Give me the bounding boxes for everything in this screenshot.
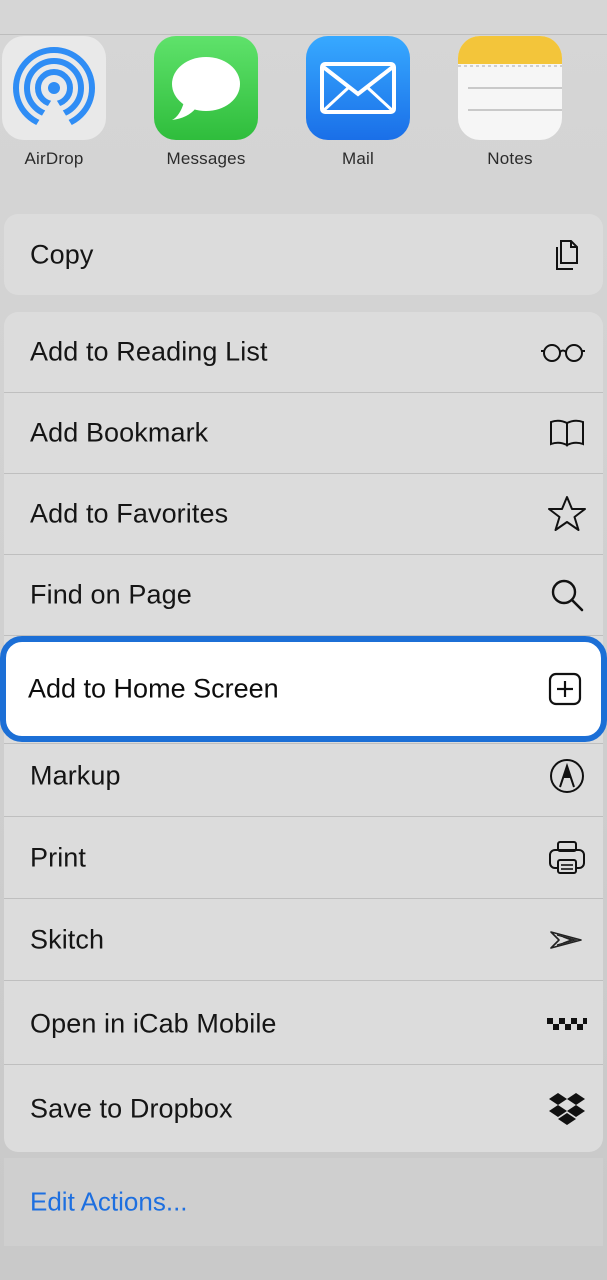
action-dropbox[interactable]: Save to Dropbox — [4, 1068, 603, 1149]
printer-icon — [547, 838, 587, 878]
action-label: Find on Page — [30, 579, 192, 610]
action-label: Print — [30, 842, 87, 873]
action-icab[interactable]: Open in iCab Mobile — [4, 984, 603, 1065]
markup-icon — [547, 756, 587, 796]
action-label: Save to Dropbox — [30, 1093, 233, 1123]
action-label: Copy — [30, 239, 94, 269]
search-icon — [547, 575, 587, 615]
action-favorites[interactable]: Add to Favorites — [4, 474, 603, 555]
action-label: Open in iCab Mobile — [30, 1008, 277, 1039]
app-airdrop[interactable]: AirDrop — [0, 36, 114, 169]
notes-icon — [458, 36, 562, 140]
action-label: Add Bookmark — [30, 417, 209, 448]
app-notes[interactable]: Notes — [450, 36, 570, 169]
action-copy[interactable]: Copy — [4, 214, 603, 295]
action-label: Add to Favorites — [30, 498, 229, 529]
divider — [0, 34, 607, 35]
action-reading-list[interactable]: Add to Reading List — [4, 312, 603, 393]
icab-icon — [547, 1004, 587, 1044]
edit-actions-row[interactable]: Edit Actions... — [4, 1158, 603, 1246]
action-markup[interactable]: Markup — [4, 736, 603, 817]
action-label: Add to Reading List — [30, 336, 268, 367]
app-label: Notes — [487, 149, 533, 168]
glasses-icon — [539, 332, 587, 372]
app-label: AirDrop — [24, 149, 84, 168]
book-icon — [547, 413, 587, 453]
mail-icon — [306, 36, 410, 140]
app-label: Mail — [342, 149, 374, 168]
copy-group: Copy — [4, 214, 603, 295]
action-label: Skitch — [30, 924, 105, 955]
skitch-icon — [547, 920, 587, 960]
copy-icon — [547, 235, 587, 275]
app-messages[interactable]: Messages — [146, 36, 266, 169]
star-icon — [547, 494, 587, 534]
share-sheet: AirDrop Messages Mail Notes Copy Add to … — [0, 0, 607, 1280]
action-label: Markup — [30, 760, 121, 791]
action-add-to-home-screen[interactable]: Add to Home Screen — [0, 636, 607, 742]
messages-icon — [154, 36, 258, 140]
action-print[interactable]: Print — [4, 818, 603, 899]
app-label: Messages — [166, 149, 246, 168]
add-square-icon — [545, 669, 585, 709]
action-find-on-page[interactable]: Find on Page — [4, 555, 603, 636]
airdrop-icon — [2, 36, 106, 140]
app-mail[interactable]: Mail — [298, 36, 418, 169]
action-skitch[interactable]: Skitch — [4, 900, 603, 981]
app-row: AirDrop Messages Mail Notes — [0, 36, 607, 186]
edit-actions-link[interactable]: Edit Actions... — [30, 1187, 188, 1218]
action-bookmark[interactable]: Add Bookmark — [4, 393, 603, 474]
action-label: Add to Home Screen — [28, 673, 279, 704]
dropbox-icon — [547, 1089, 587, 1129]
